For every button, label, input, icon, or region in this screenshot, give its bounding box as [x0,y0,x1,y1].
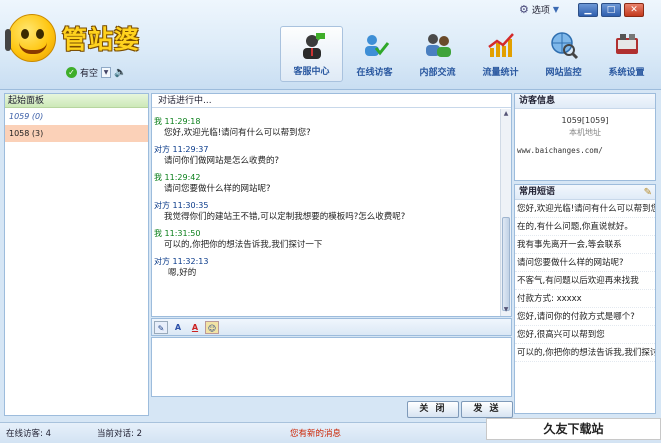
options-label: 选项 [531,6,550,16]
online-visitors-icon [364,35,389,56]
chat-message: 对方 11:30:35 我觉得你们的建站王不错,可以定制我想要的模板吗?怎么收费… [154,201,500,223]
quick-phrases-header: 常用短语 [515,185,655,200]
font-style-icon[interactable]: ✎ [154,320,168,334]
header-bar: 管站婆 ✓ 有空 ▼ 🔈 ⚙ 选项 ▼ ▁ □ ✕ 客服中心 在线访客 内部交流… [0,0,661,90]
phrase-item[interactable]: 您好,请问你的付款方式是哪个? [515,308,655,326]
phrase-item[interactable]: 在的,有什么问题,你直说就好。 [515,218,655,236]
tab-support-center[interactable]: 客服中心 [280,26,343,82]
online-status[interactable]: ✓ 有空 ▼ 🔈 [66,65,126,79]
font-size-icon[interactable]: A [171,321,185,334]
chat-message: 我 11:29:42 请问您要做什么样的网站呢? [154,173,500,195]
tab-online-visitors[interactable]: 在线访客 [343,26,406,82]
message-meta: 对方 11:30:35 [154,201,209,210]
quick-phrases-panel: 常用短语 ✎ 您好,欢迎光临!请问有什么可以帮到您? 在的,有什么问题,你直说就… [514,184,656,414]
tab-system-settings[interactable]: 系统设置 [595,26,658,82]
speaker-icon[interactable]: 🔈 [114,67,126,78]
site-monitor-icon [550,32,578,60]
phrase-item[interactable]: 请问您要做什么样的网站呢? [515,254,655,272]
online-visitor-count: 在线访客: 4 [6,429,51,439]
message-input[interactable] [151,337,512,397]
chat-status-header: 对话进行中... [152,94,511,108]
online-status-label: 有空 [80,68,99,79]
minimize-button[interactable]: ▁ [578,3,598,17]
message-meta: 我 11:29:42 [154,173,201,182]
app-logo-text: 管站婆 [62,25,141,54]
logo-smiley-icon [5,14,56,62]
chat-message: 对方 11:32:13 嗯,好的 [154,257,500,279]
system-settings-icon [615,34,638,54]
message-text: 请问您要做什么样的网站呢? [164,184,271,194]
tab-internal-chat[interactable]: 内部交流 [406,26,469,82]
main-nav: 客服中心 在线访客 内部交流 流量统计 网站监控 系统设置 [280,26,658,82]
traffic-chart-icon [487,33,514,57]
session-item[interactable]: 1059 (0) [5,108,148,125]
emoticon-icon[interactable]: ☺ [205,320,219,334]
tab-traffic-stats[interactable]: 流量统计 [469,26,532,82]
font-color-icon[interactable]: A [188,321,202,334]
support-agent-icon [302,33,325,59]
phrase-item[interactable]: 我有事先离开一会,等会联系 [515,236,655,254]
message-meta: 对方 11:32:13 [154,257,209,266]
phrase-item[interactable]: 您好,欢迎光临!请问有什么可以帮到您? [515,200,655,218]
session-list-header[interactable]: 起始面板 [5,94,148,108]
phrase-item[interactable]: 您好,很高兴可以帮到您 [515,326,655,344]
online-check-icon: ✓ [66,66,77,78]
message-meta: 对方 11:29:37 [154,145,209,154]
message-text: 我觉得你们的建站王不错,可以定制我想要的模板吗?怎么收费呢? [164,212,406,222]
edit-pencil-icon[interactable]: ✎ [644,187,652,198]
format-toolbar: ✎ A A ☺ [151,318,512,336]
message-text: 您好,欢迎光临!请问有什么可以帮到您? [164,128,311,138]
phrase-item[interactable]: 付款方式: xxxxx [515,290,655,308]
tab-site-monitor[interactable]: 网站监控 [532,26,595,82]
visitor-info-panel: 访客信息 1059[1059] 本机地址 www.baichanges.com/ [514,93,656,181]
gear-icon: ⚙ [519,3,529,16]
current-chat-count: 当前对话: 2 [97,429,142,439]
session-list-panel: 起始面板 1059 (0) 1058 (3) [4,93,149,416]
phrase-item[interactable]: 可以的,你把你的想法告诉我,我们探讨一下 [515,344,655,362]
scroll-up-icon[interactable]: ▲ [502,110,510,119]
visitor-info-header: 访客信息 [515,94,655,109]
message-text: 嗯,好的 [168,268,197,278]
chat-scrollbar[interactable]: ▲ ▼ [500,109,511,316]
message-meta: 我 11:31:50 [154,229,201,238]
close-chat-button[interactable]: 关 闭 [407,401,459,418]
message-meta: 我 11:29:18 [154,117,201,126]
chat-panel: 对话进行中... 我 11:29:18 您好,欢迎光临!请问有什么可以帮到您? … [151,93,512,317]
phrase-item[interactable]: 不客气,有问题以后欢迎再来找我 [515,272,655,290]
visitor-ip-label: 本机地址 [569,128,601,137]
chat-message: 我 11:29:18 您好,欢迎光临!请问有什么可以帮到您? [154,117,500,139]
options-menu[interactable]: ⚙ 选项 ▼ [519,3,559,16]
maximize-button[interactable]: □ [601,3,621,17]
scroll-down-icon[interactable]: ▼ [502,306,510,315]
visitor-url[interactable]: www.baichanges.com/ [515,145,655,157]
visitor-id: 1059[1059] [561,116,609,125]
chat-message: 我 11:31:50 可以的,你把你的想法告诉我,我们探讨一下 [154,229,500,251]
chat-history[interactable]: 我 11:29:18 您好,欢迎光临!请问有什么可以帮到您? 对方 11:29:… [152,109,500,316]
site-watermark: 久友下载站(www.9upk.com) [486,418,661,443]
chat-message: 对方 11:29:37 请问你们做网站是怎么收费的? [154,145,500,167]
session-item-selected[interactable]: 1058 (3) [5,125,148,142]
scroll-thumb[interactable] [502,217,510,311]
close-window-button[interactable]: ✕ [624,3,644,17]
message-text: 请问你们做网站是怎么收费的? [164,156,280,166]
message-text: 可以的,你把你的想法告诉我,我们探讨一下 [164,240,323,250]
status-dropdown-button[interactable]: ▼ [101,66,112,78]
chevron-down-icon: ▼ [552,5,560,14]
send-button[interactable]: 发 送 [461,401,513,418]
new-message-notice[interactable]: 您有新的消息 [290,427,341,439]
internal-chat-icon [425,34,451,57]
